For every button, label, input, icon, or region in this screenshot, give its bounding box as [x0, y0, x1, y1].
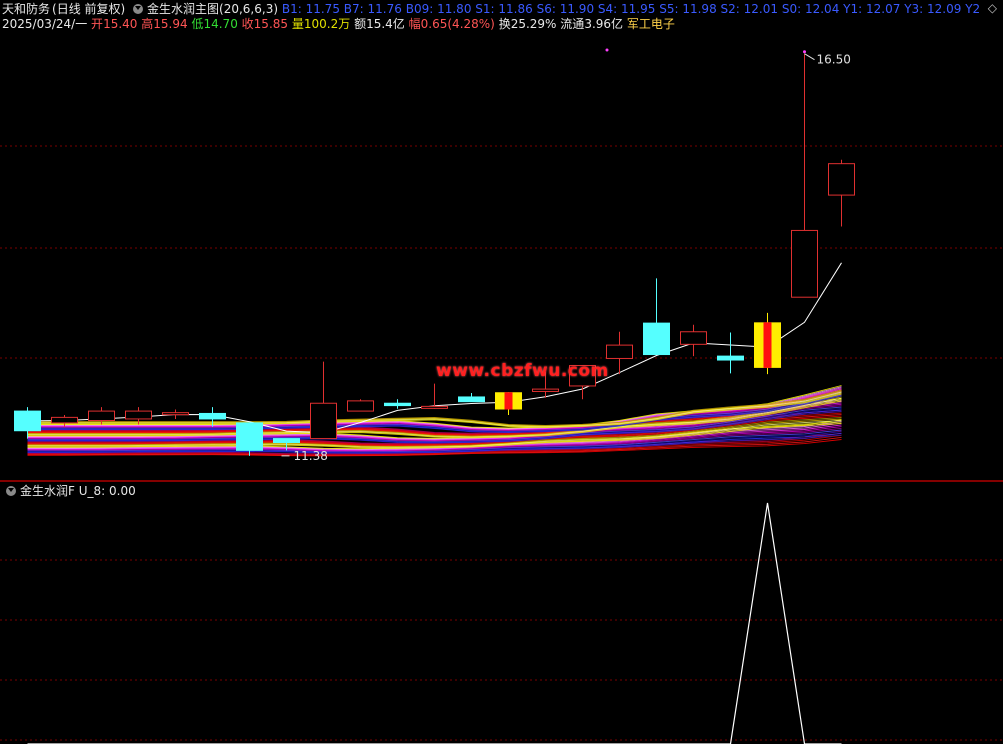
- high-pointer: [804, 53, 815, 61]
- candle-body: [384, 402, 411, 407]
- candle-body: [310, 402, 337, 440]
- candle-body: [643, 322, 670, 356]
- candle-body: [51, 416, 78, 424]
- watermark: www.cbzfwu.com: [436, 361, 609, 381]
- candle-body: [680, 331, 707, 345]
- low-price-label: 11.38: [294, 449, 328, 463]
- candle-body: [125, 410, 152, 420]
- candle-body: [606, 344, 633, 359]
- candle-body: [347, 400, 374, 412]
- signal-candle-stripe: [763, 322, 772, 368]
- candle-body: [828, 163, 855, 196]
- candle-body: [458, 396, 485, 403]
- high-price-label: 16.50: [817, 53, 851, 67]
- candle-body: [14, 410, 41, 432]
- candle-body: [88, 410, 115, 422]
- candle-body: [162, 412, 189, 416]
- candle-body: [273, 438, 300, 444]
- high-marker: [605, 48, 609, 52]
- candle-body: [236, 422, 263, 451]
- candle-body: [532, 388, 559, 392]
- sub-value-label: U_8:: [78, 484, 106, 498]
- sub-value: 0.00: [109, 484, 136, 498]
- candle-body: [717, 355, 744, 361]
- high-marker: [803, 50, 806, 54]
- candle-body: [421, 405, 448, 409]
- chevron-down-icon[interactable]: [6, 486, 16, 496]
- sub-indicator-line: [27, 502, 842, 744]
- candle-body: [791, 229, 818, 298]
- sub-indicator-header: 金生水润F U_8: 0.00: [2, 483, 136, 499]
- sub-indicator-name[interactable]: 金生水润F: [20, 484, 75, 498]
- candle-body: [199, 412, 226, 420]
- signal-candle-stripe: [504, 392, 513, 410]
